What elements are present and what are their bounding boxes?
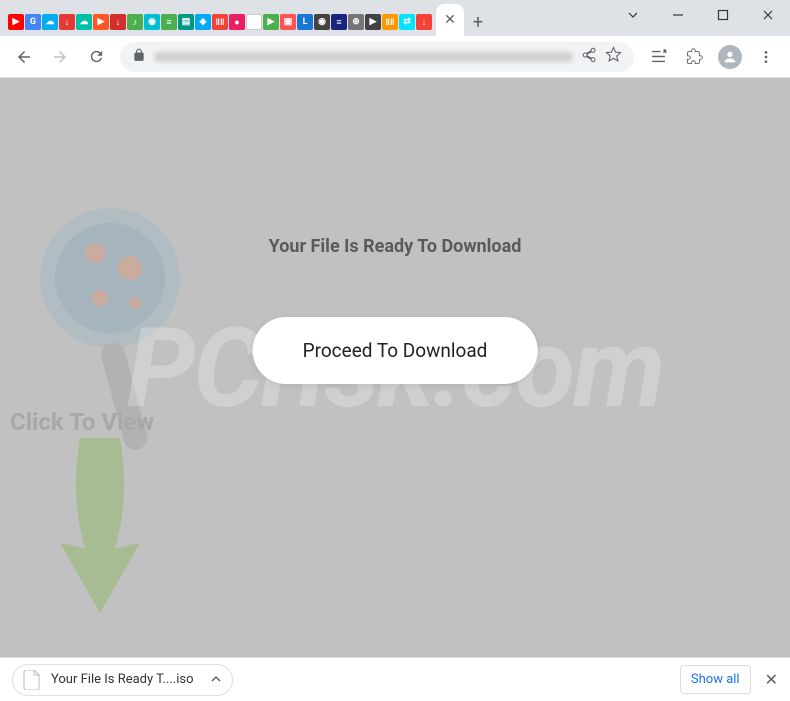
download-item[interactable]: Your File Is Ready T....iso bbox=[12, 664, 233, 696]
extension-icon[interactable]: ▣ bbox=[280, 14, 296, 30]
browser-tab[interactable]: ✕ bbox=[436, 4, 464, 36]
extension-icon[interactable]: ≡ bbox=[331, 14, 347, 30]
extension-icon[interactable]: ◉ bbox=[144, 14, 160, 30]
browser-toolbar bbox=[0, 36, 790, 78]
extension-icon[interactable]: ▤ bbox=[178, 14, 194, 30]
extension-icon[interactable]: ▶ bbox=[8, 14, 24, 30]
extension-icon[interactable]: ǁǁ bbox=[382, 14, 398, 30]
address-bar[interactable] bbox=[120, 42, 634, 72]
downloads-bar: Your File Is Ready T....iso Show all ✕ bbox=[0, 657, 790, 701]
close-icon[interactable]: ✕ bbox=[765, 670, 778, 689]
show-all-button[interactable]: Show all bbox=[680, 665, 751, 694]
extension-icon[interactable]: ≡ bbox=[161, 14, 177, 30]
menu-button[interactable] bbox=[750, 41, 782, 73]
download-prompt: Your File Is Ready To Download Proceed T… bbox=[253, 236, 538, 384]
chevron-up-icon[interactable] bbox=[210, 670, 222, 689]
extension-icon[interactable]: ⊕ bbox=[348, 14, 364, 30]
new-tab-button[interactable]: + bbox=[464, 8, 492, 36]
download-filename: Your File Is Ready T....iso bbox=[51, 672, 194, 687]
profile-avatar[interactable] bbox=[714, 41, 746, 73]
extension-icon[interactable]: ↓ bbox=[416, 14, 432, 30]
back-button[interactable] bbox=[8, 41, 40, 73]
extension-icon[interactable]: ⇄ bbox=[399, 14, 415, 30]
extension-icon[interactable]: ◈ bbox=[195, 14, 211, 30]
extension-icon[interactable]: ↓ bbox=[110, 14, 126, 30]
star-icon[interactable] bbox=[605, 46, 622, 67]
extension-icon[interactable]: ♪ bbox=[127, 14, 143, 30]
close-button[interactable] bbox=[745, 0, 790, 30]
page-heading: Your File Is Ready To Download bbox=[253, 236, 538, 257]
page-content: PCrisk.com Click To View Your File Is Re… bbox=[0, 78, 790, 658]
extension-icon[interactable]: ☁ bbox=[42, 14, 58, 30]
watermark-arrow-icon bbox=[40, 438, 160, 622]
extension-icon[interactable] bbox=[246, 14, 262, 30]
lock-icon bbox=[132, 47, 146, 66]
dropdown-icon[interactable] bbox=[610, 0, 655, 30]
extension-strip: ▶G☁↓☁▶↓♪◉≡▤◈ǁǁ●▶▣L◉≡⊕▶ǁǁ⇄↓ bbox=[8, 14, 432, 36]
url-text bbox=[154, 52, 573, 62]
forward-button[interactable] bbox=[44, 41, 76, 73]
extension-icon[interactable]: ▶ bbox=[263, 14, 279, 30]
file-icon bbox=[23, 670, 41, 690]
close-icon[interactable]: ✕ bbox=[444, 12, 456, 28]
tab-strip: ✕ + bbox=[436, 4, 492, 36]
extension-icon[interactable]: L bbox=[297, 14, 313, 30]
extension-icon[interactable]: ǁǁ bbox=[212, 14, 228, 30]
extension-icon[interactable]: ↓ bbox=[59, 14, 75, 30]
minimize-button[interactable] bbox=[655, 0, 700, 30]
extension-icon[interactable]: ▶ bbox=[93, 14, 109, 30]
extension-icon[interactable]: G bbox=[25, 14, 41, 30]
extension-icon[interactable]: ● bbox=[229, 14, 245, 30]
reload-button[interactable] bbox=[80, 41, 112, 73]
proceed-button[interactable]: Proceed To Download bbox=[253, 317, 538, 384]
window-controls bbox=[610, 0, 790, 30]
extension-icon[interactable]: ◉ bbox=[314, 14, 330, 30]
extension-icon[interactable]: ☁ bbox=[76, 14, 92, 30]
share-icon[interactable] bbox=[581, 47, 597, 67]
browser-titlebar: ▶G☁↓☁▶↓♪◉≡▤◈ǁǁ●▶▣L◉≡⊕▶ǁǁ⇄↓ ✕ + bbox=[0, 0, 790, 36]
side-label: Click To View bbox=[10, 408, 154, 436]
maximize-button[interactable] bbox=[700, 0, 745, 30]
reading-list-icon[interactable] bbox=[642, 41, 674, 73]
extension-icon[interactable] bbox=[678, 41, 710, 73]
extension-icon[interactable]: ▶ bbox=[365, 14, 381, 30]
